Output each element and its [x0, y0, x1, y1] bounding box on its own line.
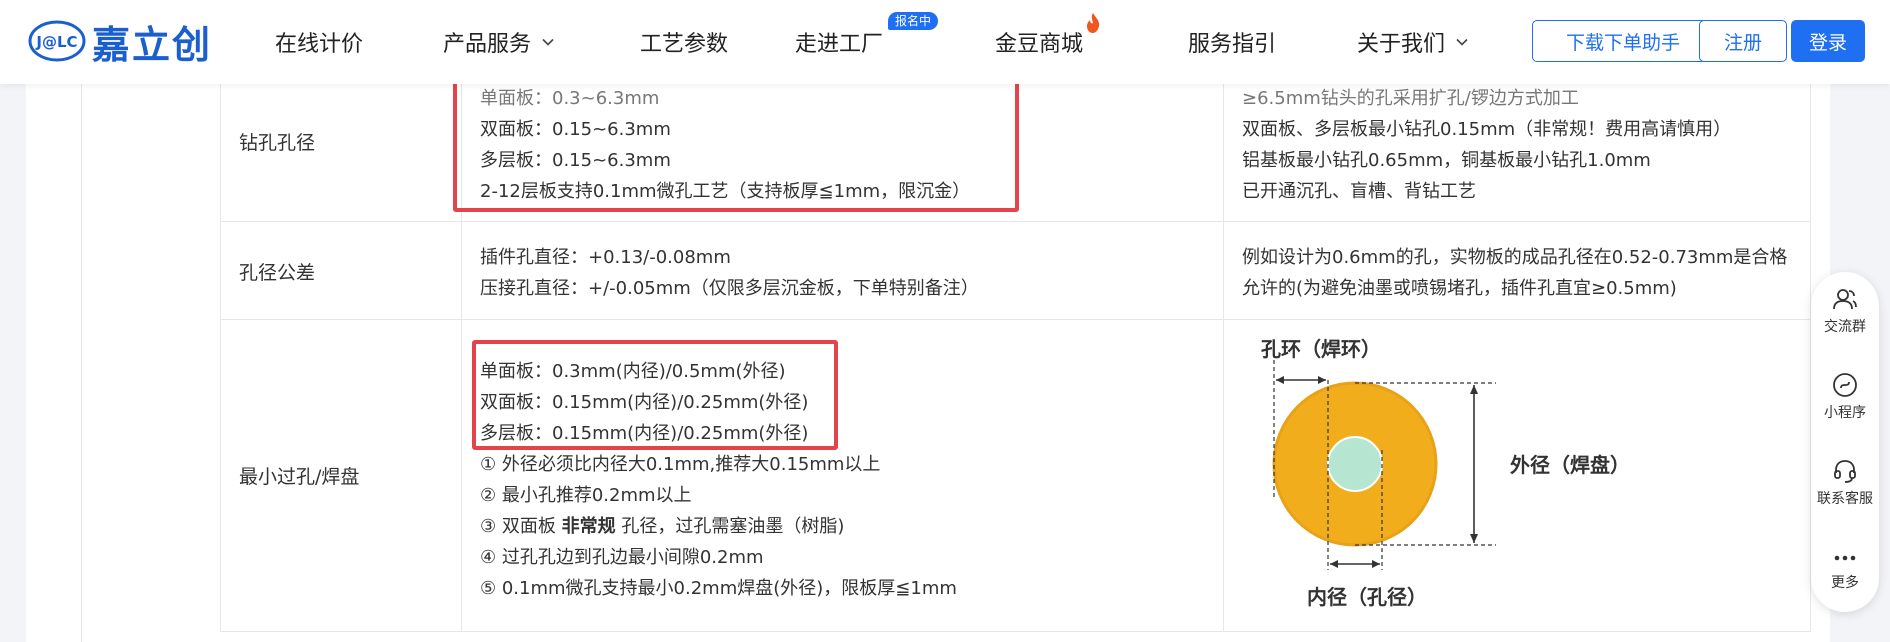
download-assistant-button[interactable]: 下载下单助手 [1532, 20, 1714, 62]
headset-icon [1834, 460, 1856, 483]
spec-line: 插件孔直径：+0.13/-0.08mm [480, 247, 731, 268]
row-label: 孔径公差 [239, 262, 316, 284]
side-label: 交流群 [1824, 319, 1866, 335]
row-label-cell: 孔径公差 [221, 222, 462, 319]
chevron-down-icon [1456, 38, 1468, 46]
table-row-min-via-pad: 最小过孔/焊盘 单面板：0.3mm(内径)/0.5mm(外径) 双面板：0.15… [221, 320, 1810, 632]
note-line: 例如设计为0.6mm的孔，实物板的成品孔径在0.52-0.73mm是合格 [1242, 247, 1788, 268]
logo-mark-text: J@LC [35, 33, 77, 51]
side-mini-program[interactable]: 小程序 [1811, 372, 1879, 422]
spec-line: ④ 过孔孔边到孔边最小间隙0.2mm [480, 547, 764, 568]
left-gutter [26, 84, 82, 642]
spec-prefix: ③ 双面板 [480, 516, 562, 537]
highlight-box [472, 340, 838, 450]
inner-arrow-head-left [1330, 560, 1338, 568]
register-button[interactable]: 注册 [1699, 20, 1787, 62]
nav-factory[interactable]: 走进工厂 [795, 26, 883, 58]
note-cell: ≥6.5mm钻头的孔采用扩孔/锣边方式加工 双面板、多层板最小钻孔0.15mm（… [1224, 84, 1812, 221]
mini-program-icon [1833, 373, 1857, 397]
row-label: 钻孔孔径 [239, 132, 316, 154]
jlc-logo[interactable]: J@LC 嘉立创 [28, 18, 212, 67]
floating-side-toolbar: 交流群 小程序 联系客服 更多 [1811, 272, 1879, 612]
ring-label: 孔环（焊环） [1261, 337, 1381, 361]
nav-products[interactable]: 产品服务 [443, 26, 555, 58]
spec-line: 压接孔直径：+/-0.05mm（仅限多层沉金板，下单特别备注） [480, 278, 979, 299]
jlc-logo-mark-icon: J@LC [28, 20, 86, 62]
outer-arrow-head-bottom [1470, 534, 1478, 543]
side-customer-service[interactable]: 联系客服 [1811, 458, 1879, 508]
spec-line: ① 外径必须比内径大0.1mm,推荐大0.15mm以上 [480, 454, 881, 475]
group-chat-icon [1833, 289, 1857, 310]
nav-service-guide-label: 服务指引 [1188, 32, 1277, 57]
spec-line: ③ 双面板 非常规 孔径，过孔需塞油墨（树脂) [480, 512, 844, 538]
outer-label: 外径（焊盘） [1510, 453, 1630, 477]
spec-line: ⑤ 0.1mm微孔支持最小0.2mm焊盘(外径)，限板厚≦1mm [480, 578, 957, 599]
nav-about-us-label: 关于我们 [1357, 32, 1446, 57]
side-more[interactable]: 更多 [1811, 548, 1879, 592]
note-line: 允许的(为避免油墨或喷锡堵孔，插件孔直宜≥0.5mm) [1242, 278, 1677, 299]
top-header: J@LC 嘉立创 在线计价 产品服务 工艺参数 走进工厂 报名中 金豆商城 服务… [0, 0, 1890, 84]
spec-cell: 插件孔直径：+0.13/-0.08mm 压接孔直径：+/-0.05mm（仅限多层… [462, 222, 1224, 319]
row-label-cell: 最小过孔/焊盘 [221, 320, 462, 631]
nav-golden-bean-mall[interactable]: 金豆商城 [995, 26, 1083, 58]
nav-online-quote[interactable]: 在线计价 [275, 26, 363, 58]
note-cell: 例如设计为0.6mm的孔，实物板的成品孔径在0.52-0.73mm是合格 允许的… [1224, 222, 1812, 319]
chevron-down-icon [542, 38, 554, 46]
nav-service-guide[interactable]: 服务指引 [1188, 26, 1276, 58]
login-button[interactable]: 登录 [1791, 20, 1865, 62]
note-line: 铝基板最小钻孔0.65mm，铜基板最小钻孔1.0mm [1242, 150, 1651, 171]
row-label: 最小过孔/焊盘 [239, 466, 360, 488]
inner-label: 内径（孔径） [1307, 585, 1427, 609]
factory-signup-badge: 报名中 [888, 12, 939, 30]
nav-process-params[interactable]: 工艺参数 [640, 26, 728, 58]
inner-arrow-head-right [1372, 560, 1380, 568]
side-label: 更多 [1831, 575, 1859, 591]
table-row-hole-tolerance: 孔径公差 插件孔直径：+0.13/-0.08mm 压接孔直径：+/-0.05mm… [221, 222, 1810, 320]
ring-arrow-head-left [1276, 376, 1284, 384]
nav-about-us[interactable]: 关于我们 [1357, 26, 1469, 58]
ring-arrow-head-right [1318, 376, 1326, 384]
fire-icon [1087, 13, 1100, 33]
note-line: 已开通沉孔、盲槽、背钻工艺 [1242, 181, 1476, 202]
note-line: ≥6.5mm钻头的孔采用扩孔/锣边方式加工 [1242, 88, 1579, 109]
nav-online-quote-label: 在线计价 [275, 32, 364, 57]
diagram-cell: 孔环（焊环） 外径（焊盘） 内径（孔径） [1224, 320, 1812, 631]
spec-line: ② 最小孔推荐0.2mm以上 [480, 485, 692, 506]
via-pad-diagram: 孔环（焊环） 外径（焊盘） 内径（孔径） [1261, 337, 1630, 609]
nav-products-label: 产品服务 [443, 32, 532, 57]
side-label: 小程序 [1824, 405, 1866, 421]
spec-emphasis: 非常规 [561, 516, 616, 537]
side-chat-group[interactable]: 交流群 [1811, 286, 1879, 336]
nav-process-params-label: 工艺参数 [640, 32, 729, 57]
highlight-box [453, 76, 1019, 212]
logo-name: 嘉立创 [92, 22, 213, 67]
nav-mall-label: 金豆商城 [995, 32, 1084, 57]
side-label: 联系客服 [1817, 491, 1873, 507]
row-label-cell: 钻孔孔径 [221, 84, 462, 221]
outer-arrow-head-top [1470, 385, 1478, 394]
more-dots-icon [1834, 555, 1856, 561]
hole-circle [1327, 436, 1383, 492]
note-line: 双面板、多层板最小钻孔0.15mm（非常规！费用高请慎用） [1242, 119, 1732, 140]
spec-suffix: 孔径，过孔需塞油墨（树脂) [615, 516, 845, 537]
nav-factory-label: 走进工厂 [795, 32, 884, 57]
